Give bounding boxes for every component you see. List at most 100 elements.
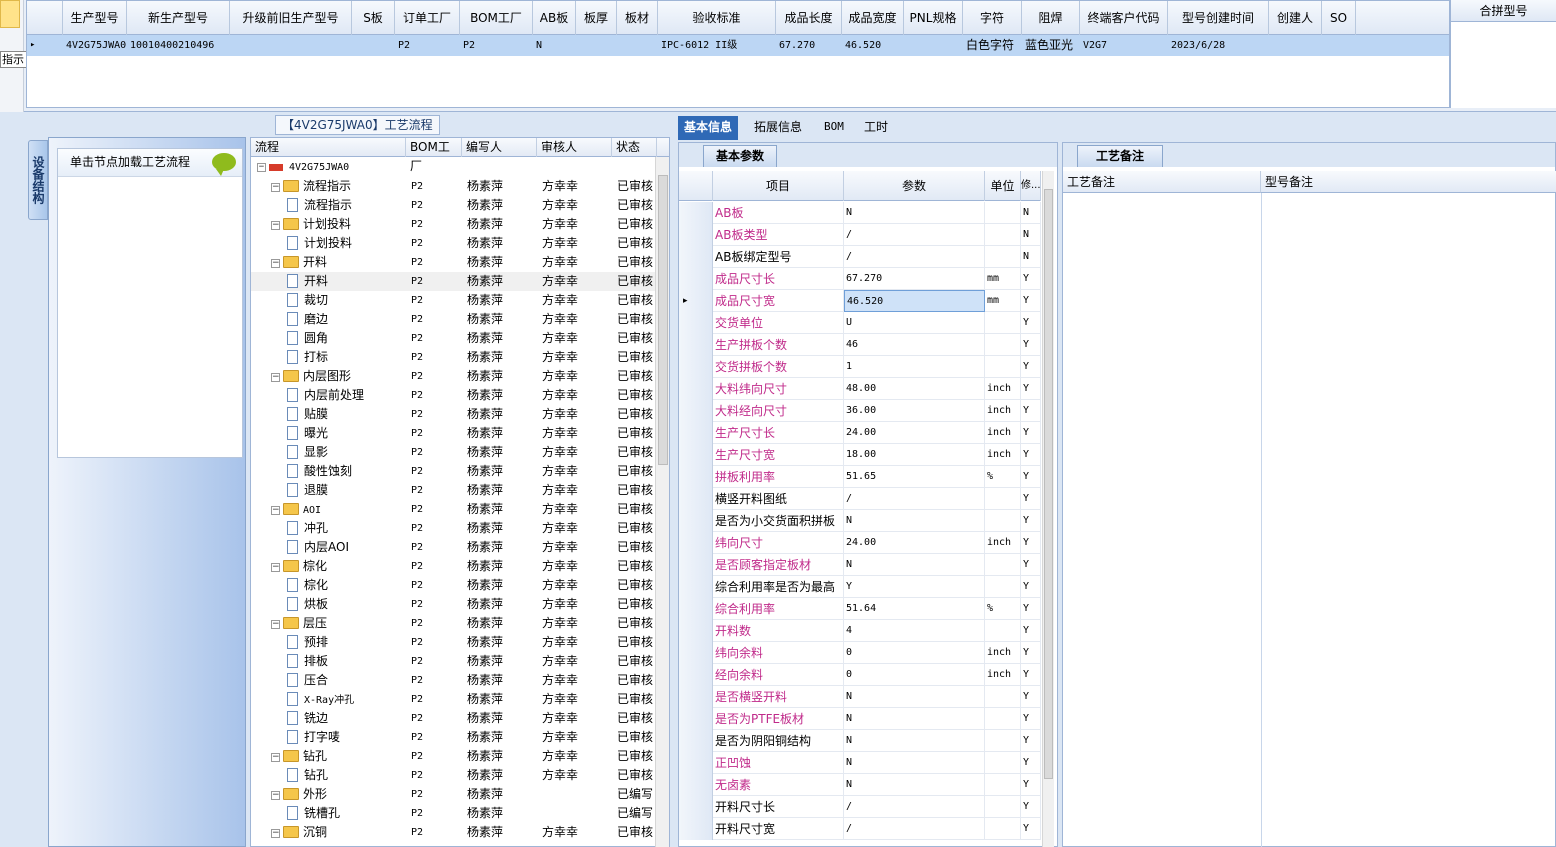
- column-header[interactable]: 新生产型号: [127, 1, 230, 35]
- tree-row[interactable]: 打标 P2 杨素萍 方幸幸 已审核: [251, 348, 655, 367]
- tree-row[interactable]: 烘板 P2 杨素萍 方幸幸 已审核: [251, 595, 655, 614]
- tree-row[interactable]: 棕化 P2 杨素萍 方幸幸 已审核: [251, 576, 655, 595]
- tree-row[interactable]: 铣边 P2 杨素萍 方幸幸 已审核: [251, 709, 655, 728]
- tree-row[interactable]: 计划投料 P2 杨素萍 方幸幸 已审核: [251, 234, 655, 253]
- tree-row[interactable]: − 开料 P2 杨素萍 方幸幸 已审核: [251, 253, 655, 272]
- param-value[interactable]: 48.00: [844, 378, 985, 400]
- tree-node[interactable]: 贴膜: [287, 405, 328, 424]
- column-header[interactable]: S板: [352, 1, 395, 35]
- tree-node[interactable]: 流程指示: [287, 196, 352, 215]
- row-indicator[interactable]: [679, 400, 713, 422]
- column-header[interactable]: AB板: [533, 1, 576, 35]
- column-header[interactable]: BOM工厂: [460, 1, 533, 35]
- param-row[interactable]: ▸ 成品尺寸宽 46.520 mm Y: [679, 290, 1041, 312]
- tree-node[interactable]: 酸性蚀刻: [287, 462, 352, 481]
- row-indicator[interactable]: [679, 246, 713, 268]
- tree-node[interactable]: − AOI: [271, 500, 321, 519]
- tree-row[interactable]: − 沉铜 P2 杨素萍 方幸幸 已审核: [251, 823, 655, 842]
- param-value[interactable]: N: [844, 554, 985, 576]
- row-indicator[interactable]: [679, 422, 713, 444]
- tree-node[interactable]: 显影: [287, 443, 328, 462]
- row-indicator[interactable]: [679, 796, 713, 818]
- tree-row[interactable]: 内层AOI P2 杨素萍 方幸幸 已审核: [251, 538, 655, 557]
- tree-node[interactable]: 内层AOI: [287, 538, 349, 557]
- row-indicator[interactable]: [679, 202, 713, 224]
- tree-row[interactable]: 预排 P2 杨素萍 方幸幸 已审核: [251, 633, 655, 652]
- param-value[interactable]: 46.520: [844, 290, 985, 312]
- param-value[interactable]: N: [844, 202, 985, 224]
- tree-row[interactable]: 裁切 P2 杨素萍 方幸幸 已审核: [251, 291, 655, 310]
- column-header[interactable]: 阻焊: [1022, 1, 1080, 35]
- params-column-header[interactable]: 参数: [844, 171, 985, 201]
- param-row[interactable]: 纬向余料 0 inch Y: [679, 642, 1041, 664]
- param-row[interactable]: 大料经向尺寸 36.00 inch Y: [679, 400, 1041, 422]
- row-indicator[interactable]: [679, 620, 713, 642]
- collapse-icon[interactable]: −: [271, 829, 280, 838]
- param-value[interactable]: 24.00: [844, 532, 985, 554]
- grid-cell[interactable]: 蓝色亚光: [1022, 35, 1080, 56]
- tree-row[interactable]: − 流程指示 P2 杨素萍 方幸幸 已审核: [251, 177, 655, 196]
- column-header[interactable]: SO: [1322, 1, 1356, 35]
- tree-node[interactable]: − 外形: [271, 785, 327, 804]
- param-row[interactable]: 综合利用率 51.64% Y: [679, 598, 1041, 620]
- tree-row[interactable]: 打字唛 P2 杨素萍 方幸幸 已审核: [251, 728, 655, 747]
- column-header[interactable]: 板材: [617, 1, 658, 35]
- param-row[interactable]: 交货单位 U Y: [679, 312, 1041, 334]
- tree-row[interactable]: 酸性蚀刻 P2 杨素萍 方幸幸 已审核: [251, 462, 655, 481]
- tree-row[interactable]: 流程指示 P2 杨素萍 方幸幸 已审核: [251, 196, 655, 215]
- tree-node[interactable]: − 钻孔: [271, 747, 327, 766]
- tree-node[interactable]: 退膜: [287, 481, 328, 500]
- tree-row[interactable]: 内层前处理 P2 杨素萍 方幸幸 已审核: [251, 386, 655, 405]
- tree-node[interactable]: 铣边: [287, 709, 328, 728]
- grid-cell[interactable]: P2: [460, 35, 533, 56]
- row-indicator[interactable]: [679, 752, 713, 774]
- column-header[interactable]: 升级前旧生产型号: [230, 1, 352, 35]
- grid-cell[interactable]: [576, 35, 617, 56]
- collapse-icon[interactable]: −: [271, 791, 280, 800]
- row-indicator[interactable]: [679, 510, 713, 532]
- tree-row[interactable]: 铣槽孔 P2 杨素萍 已编写: [251, 804, 655, 823]
- tree-column-header[interactable]: BOM工厂: [406, 138, 462, 173]
- row-indicator[interactable]: [679, 268, 713, 290]
- param-value[interactable]: N: [844, 730, 985, 752]
- param-value[interactable]: N: [844, 774, 985, 796]
- column-header[interactable]: PNL规格: [904, 1, 963, 35]
- row-indicator[interactable]: [679, 686, 713, 708]
- param-row[interactable]: 拼板利用率 51.65% Y: [679, 466, 1041, 488]
- tree-row[interactable]: X-Ray冲孔 P2 杨素萍 方幸幸 已审核: [251, 690, 655, 709]
- tree-row[interactable]: 开料 P2 杨素萍 方幸幸 已审核: [251, 272, 655, 291]
- param-row[interactable]: 交货拼板个数 1 Y: [679, 356, 1041, 378]
- param-row[interactable]: 是否为PTFE板材 N Y: [679, 708, 1041, 730]
- grid-cell[interactable]: [1322, 35, 1356, 56]
- param-value[interactable]: 36.00: [844, 400, 985, 422]
- param-row[interactable]: 开料尺寸宽 / Y: [679, 818, 1041, 840]
- column-header[interactable]: 型号创建时间: [1168, 1, 1269, 35]
- row-indicator[interactable]: [679, 312, 713, 334]
- grid-cell[interactable]: 46.520: [842, 35, 904, 56]
- row-indicator[interactable]: [679, 466, 713, 488]
- row-indicator[interactable]: [679, 664, 713, 686]
- tree-node[interactable]: − 流程指示: [271, 177, 351, 196]
- param-row[interactable]: AB板绑定型号 / N: [679, 246, 1041, 268]
- param-row[interactable]: 生产尺寸长 24.00 inch Y: [679, 422, 1041, 444]
- param-value[interactable]: 51.64: [844, 598, 985, 620]
- grid-cell[interactable]: P2: [395, 35, 460, 56]
- column-header[interactable]: 终端客户代码: [1080, 1, 1168, 35]
- param-value[interactable]: 18.00: [844, 444, 985, 466]
- column-header[interactable]: 订单工厂: [395, 1, 460, 35]
- tree-row[interactable]: 冲孔 P2 杨素萍 方幸幸 已审核: [251, 519, 655, 538]
- collapse-icon[interactable]: −: [271, 259, 280, 268]
- param-value[interactable]: /: [844, 246, 985, 268]
- tree-row[interactable]: − AOI P2 杨素萍 方幸幸 已审核: [251, 500, 655, 519]
- grid-cell[interactable]: 2023/6/28: [1168, 35, 1269, 56]
- param-row[interactable]: 是否为小交货面积拼板 N Y: [679, 510, 1041, 532]
- tab-2[interactable]: BOM: [818, 116, 850, 140]
- tab-basic-params[interactable]: 基本参数: [703, 145, 777, 167]
- param-value[interactable]: /: [844, 796, 985, 818]
- tree-column-header[interactable]: 审核人: [537, 138, 612, 157]
- tree-node[interactable]: 圆角: [287, 329, 328, 348]
- row-indicator[interactable]: [679, 334, 713, 356]
- grid-cell[interactable]: [617, 35, 658, 56]
- tree-node[interactable]: 计划投料: [287, 234, 352, 253]
- tree-node[interactable]: 裁切: [287, 291, 328, 310]
